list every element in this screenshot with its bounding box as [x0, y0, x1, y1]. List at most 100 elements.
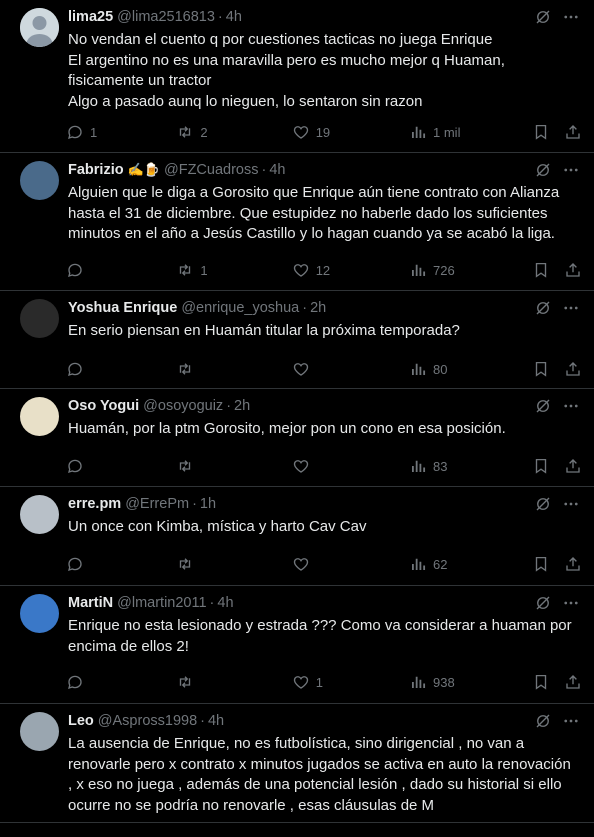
user-handle[interactable]: @enrique_yoshua — [181, 300, 299, 316]
share-button[interactable] — [564, 457, 586, 475]
separator-dot: · — [217, 9, 223, 25]
more-options-icon[interactable] — [562, 299, 580, 317]
avatar[interactable] — [20, 299, 59, 338]
user-handle[interactable]: @Aspross1998 — [98, 713, 197, 729]
tweet-card[interactable]: lima25 @lima2516813 · 4h No vendan el cuento… — [0, 0, 594, 153]
tweet-actions: 1 12 726 — [66, 261, 586, 279]
like-icon — [292, 261, 310, 279]
repost-button[interactable] — [176, 555, 291, 573]
timestamp[interactable]: 4h — [226, 9, 242, 25]
bookmark-button[interactable] — [532, 123, 564, 141]
grok-icon[interactable] — [534, 712, 552, 730]
share-button[interactable] — [564, 555, 586, 573]
grok-icon[interactable] — [534, 299, 552, 317]
more-options-icon[interactable] — [562, 8, 580, 26]
tweet-card[interactable]: erre.pm @ErrePm · 1h Un once con Kimba, míst… — [0, 487, 594, 586]
more-options-icon[interactable] — [562, 397, 580, 415]
tweet-top-icons — [534, 495, 580, 513]
timestamp[interactable]: 4h — [208, 713, 224, 729]
grok-icon[interactable] — [534, 397, 552, 415]
bookmark-button[interactable] — [532, 555, 564, 573]
repost-button[interactable] — [176, 457, 291, 475]
avatar[interactable] — [20, 594, 59, 633]
views-button[interactable]: 938 — [409, 673, 532, 691]
tweet-header: erre.pm @ErrePm · 1h — [68, 495, 524, 513]
views-button[interactable]: 726 — [409, 261, 532, 279]
views-button[interactable]: 62 — [409, 555, 532, 573]
share-button[interactable] — [564, 673, 586, 691]
avatar[interactable] — [20, 712, 59, 751]
tweet-text-line: fisicamente un tractor — [68, 72, 212, 89]
timestamp[interactable]: 1h — [200, 496, 216, 512]
avatar[interactable] — [20, 495, 59, 534]
more-options-icon[interactable] — [562, 712, 580, 730]
display-name[interactable]: MartiN — [68, 595, 113, 611]
repost-icon — [176, 123, 194, 141]
user-handle[interactable]: @lmartin2011 — [117, 595, 206, 611]
grok-icon[interactable] — [534, 495, 552, 513]
reply-button[interactable] — [66, 673, 176, 691]
views-icon — [409, 123, 427, 141]
display-name[interactable]: erre.pm — [68, 496, 121, 512]
like-button[interactable] — [292, 457, 409, 475]
share-button[interactable] — [564, 261, 586, 279]
display-name[interactable]: Oso Yogui — [68, 398, 139, 414]
user-handle[interactable]: @ErrePm — [125, 496, 189, 512]
grok-icon[interactable] — [534, 161, 552, 179]
tweet-text-line: hasta el 31 de diciembre. Que estupidez … — [68, 204, 548, 222]
reply-button[interactable] — [66, 261, 176, 279]
share-button[interactable] — [564, 360, 586, 378]
timestamp[interactable]: 4h — [269, 162, 285, 178]
repost-icon — [176, 457, 194, 475]
more-options-icon[interactable] — [562, 495, 580, 513]
repost-button[interactable] — [176, 673, 291, 691]
avatar[interactable] — [20, 8, 59, 47]
bookmark-button[interactable] — [532, 261, 564, 279]
display-name[interactable]: Yoshua Enrique — [68, 300, 177, 316]
repost-button[interactable]: 1 — [176, 261, 291, 279]
tweet-card[interactable]: MartiN @lmartin2011 · 4h Enrique no esta les… — [0, 586, 594, 704]
repost-button[interactable] — [176, 360, 291, 378]
user-handle[interactable]: @osoyoguiz — [143, 398, 223, 414]
more-options-icon[interactable] — [562, 594, 580, 612]
like-icon — [292, 555, 310, 573]
display-name[interactable]: Leo — [68, 713, 94, 729]
reply-button[interactable] — [66, 457, 176, 475]
like-button[interactable]: 12 — [292, 261, 409, 279]
user-handle[interactable]: @lima2516813 — [117, 9, 215, 25]
tweet-text-line: Algo a pasado aunq lo nieguen, lo sentar… — [68, 92, 423, 110]
grok-icon[interactable] — [534, 8, 552, 26]
views-button[interactable]: 83 — [409, 457, 532, 475]
avatar[interactable] — [20, 161, 59, 200]
grok-icon[interactable] — [534, 594, 552, 612]
bookmark-button[interactable] — [532, 457, 564, 475]
timestamp[interactable]: 4h — [217, 595, 233, 611]
share-button[interactable] — [564, 123, 586, 141]
views-button[interactable]: 80 — [409, 360, 532, 378]
timestamp[interactable]: 2h — [234, 398, 250, 414]
like-button[interactable]: 19 — [292, 123, 409, 141]
reply-button[interactable] — [66, 360, 176, 378]
display-name[interactable]: lima25 — [68, 9, 113, 25]
bookmark-button[interactable] — [532, 360, 564, 378]
tweet-header: MartiN @lmartin2011 · 4h — [68, 594, 524, 612]
user-handle[interactable]: @FZCuadross — [164, 162, 259, 178]
more-options-icon[interactable] — [562, 161, 580, 179]
tweet-card[interactable]: Fabrizio ✍️🍺 @FZCuadross · 4h Alguien que le… — [0, 153, 594, 291]
like-button[interactable] — [292, 360, 409, 378]
tweet-card[interactable]: Leo @Aspross1998 · 4h La ausencia de Enrique… — [0, 704, 594, 823]
reply-button[interactable]: 1 — [66, 123, 176, 141]
views-button[interactable]: 1 mil — [409, 123, 532, 141]
bookmark-button[interactable] — [532, 673, 564, 691]
tweet-text-line: Un once con Kimba, mística y harto Cav C… — [68, 518, 367, 535]
like-icon — [292, 673, 310, 691]
display-name[interactable]: Fabrizio — [68, 162, 124, 178]
tweet-card[interactable]: Yoshua Enrique @enrique_yoshua · 2h En serio… — [0, 291, 594, 389]
reply-button[interactable] — [66, 555, 176, 573]
tweet-card[interactable]: Oso Yogui @osoyoguiz · 2h Huamán, por la ptm… — [0, 389, 594, 487]
avatar[interactable] — [20, 397, 59, 436]
like-button[interactable]: 1 — [292, 673, 409, 691]
like-button[interactable] — [292, 555, 409, 573]
repost-button[interactable]: 2 — [176, 123, 291, 141]
timestamp[interactable]: 2h — [310, 300, 326, 316]
